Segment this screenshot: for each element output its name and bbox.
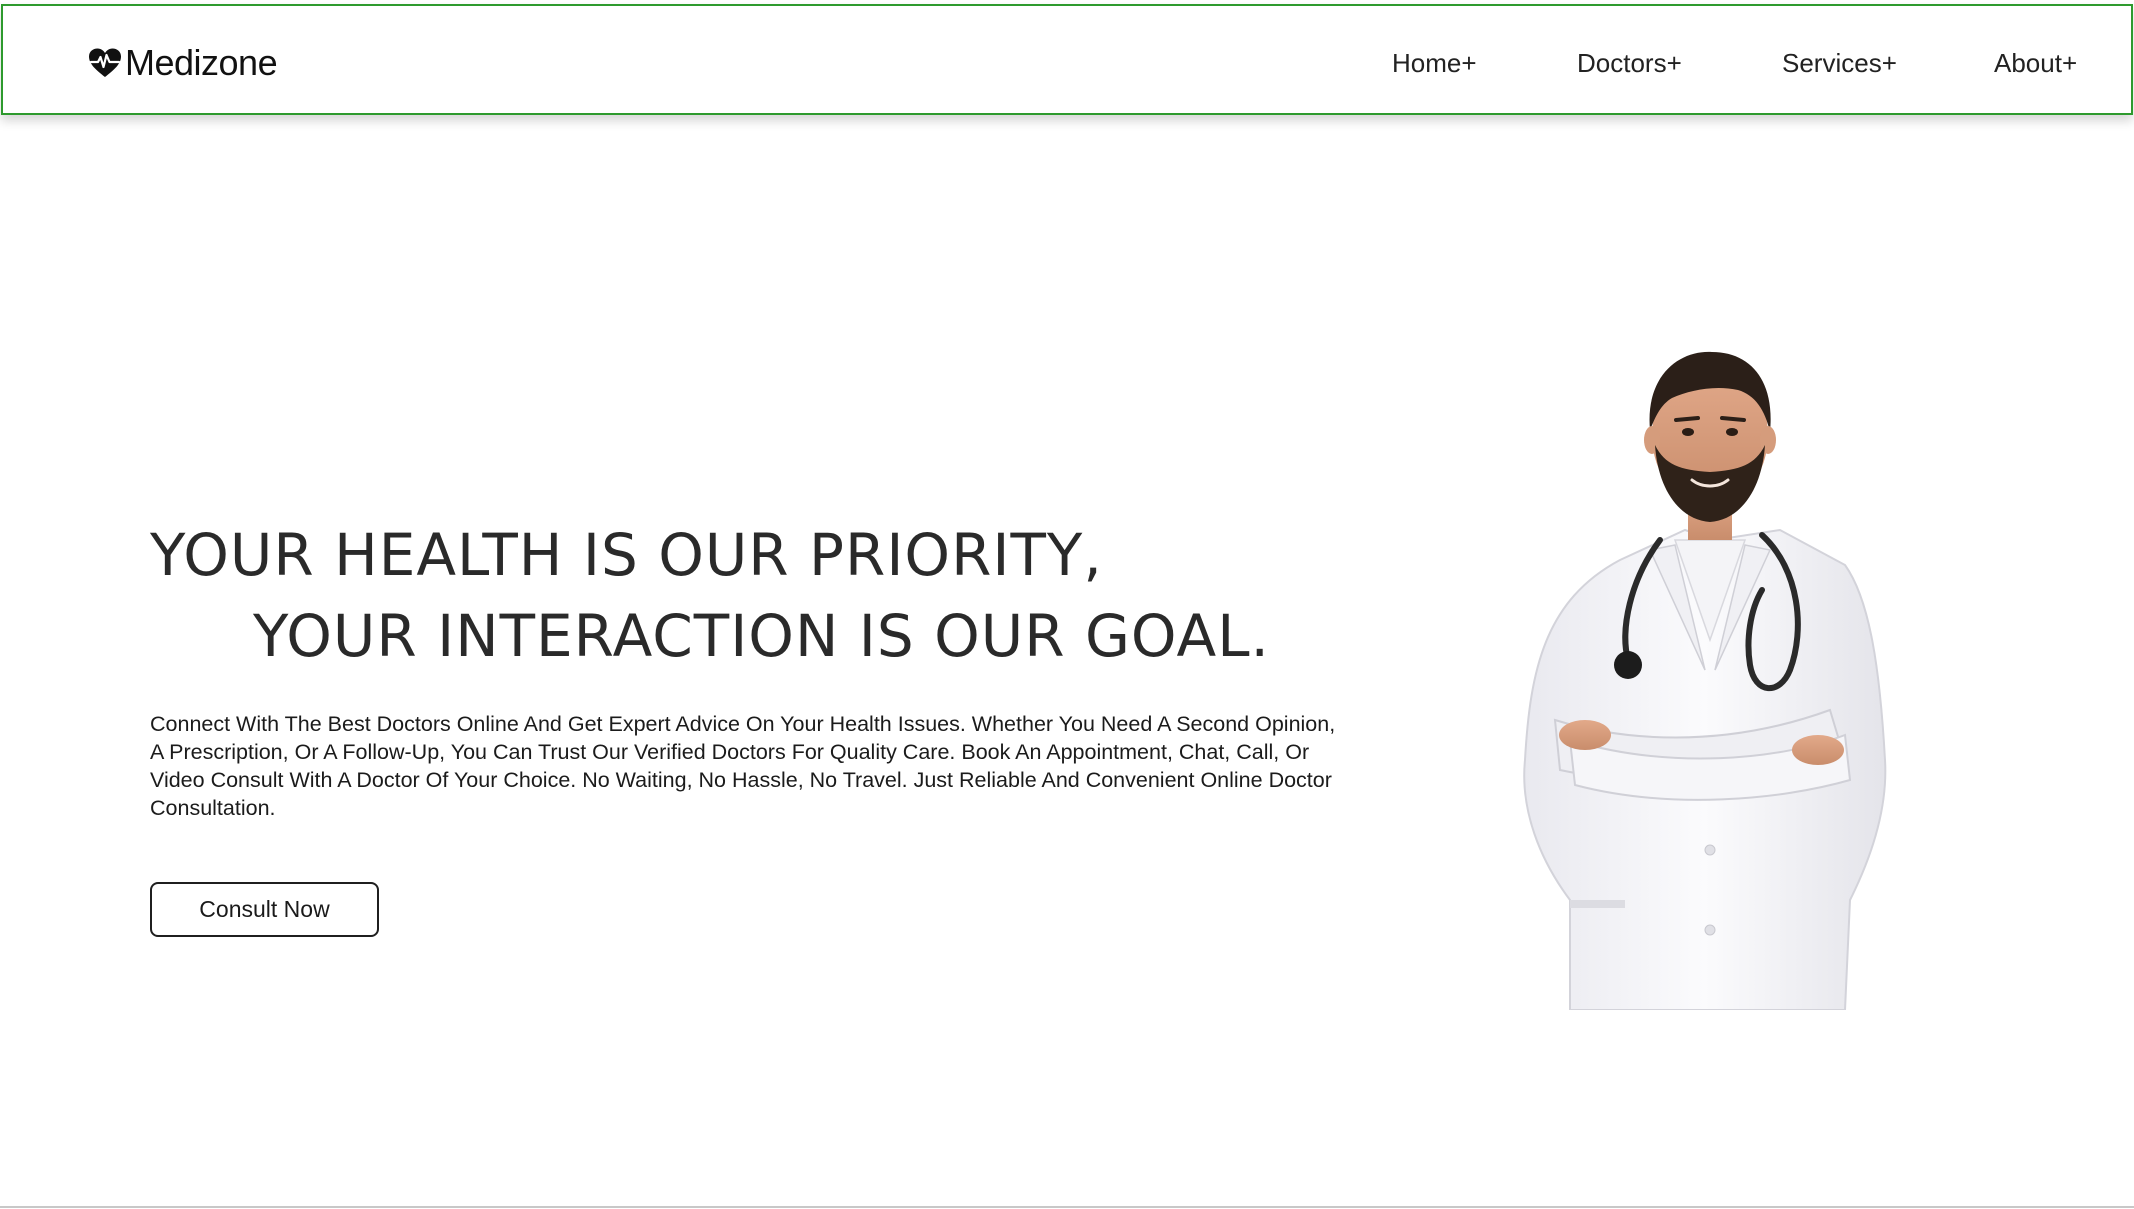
hero-headline-line-2: YOUR INTERACTION IS OUR GOAL.: [253, 602, 1270, 670]
nav-services[interactable]: Services+: [1782, 50, 1897, 76]
page-divider: [0, 1206, 2134, 1208]
nav-about[interactable]: About+: [1994, 50, 2077, 76]
top-navbar: Medizone Home+ Doctors+ Services+ About+: [1, 4, 2133, 115]
brand-name: Medizone: [125, 42, 278, 83]
heart-pulse-icon: [89, 48, 121, 77]
hero-description: Connect With The Best Doctors Online And…: [150, 712, 1336, 820]
nav-home[interactable]: Home+: [1392, 50, 1477, 76]
hero-headline-line-1: YOUR HEALTH IS OUR PRIORITY,: [150, 521, 1103, 589]
landing-page: Medizone Home+ Doctors+ Services+ About+…: [0, 0, 2134, 1209]
doctor-photo: [1523, 351, 1887, 1010]
brand-logo[interactable]: Medizone: [88, 42, 278, 83]
nav-doctors[interactable]: Doctors+: [1577, 50, 1682, 76]
consult-now-button[interactable]: Consult Now: [150, 882, 379, 937]
